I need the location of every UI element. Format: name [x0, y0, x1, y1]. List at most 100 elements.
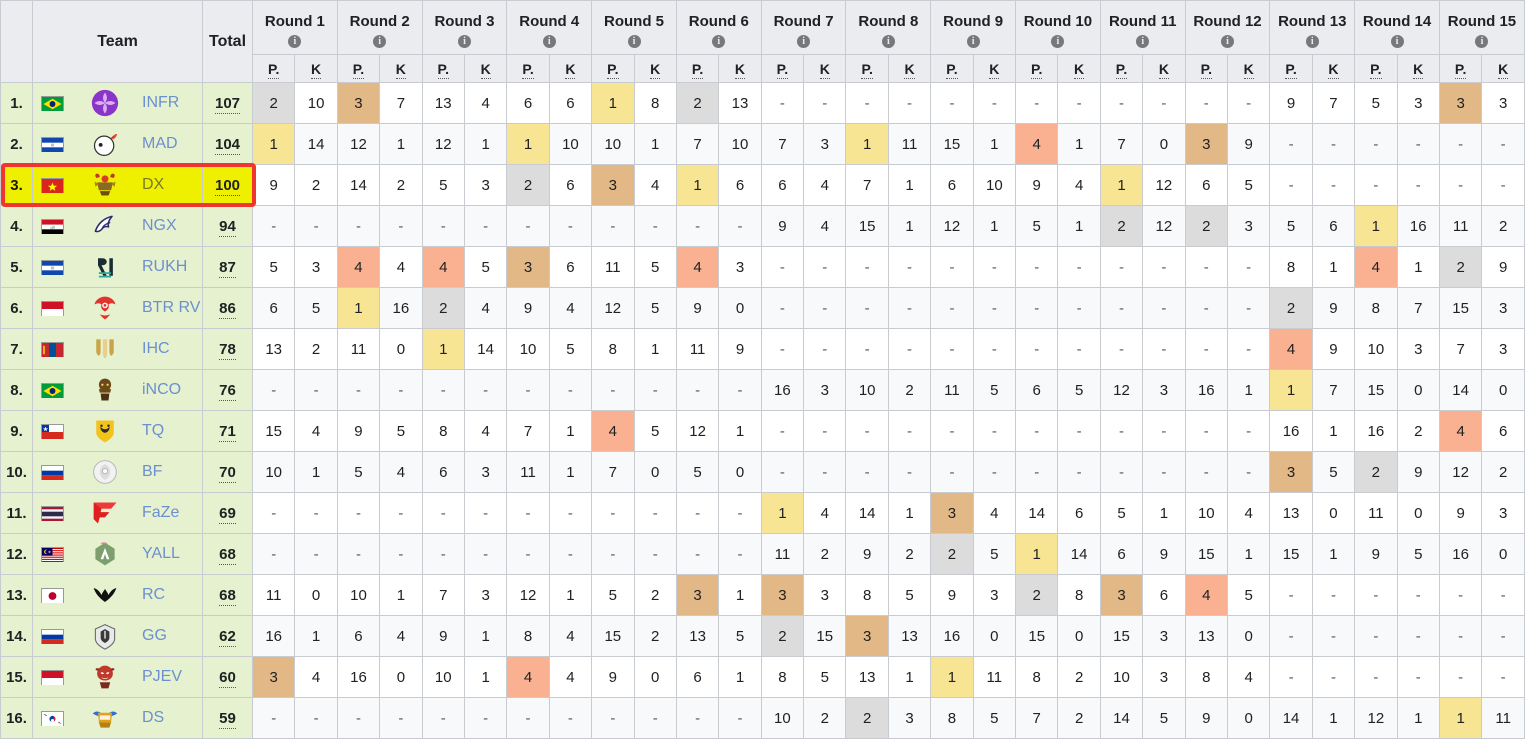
points-cell: 11 [251, 574, 296, 616]
kills-cell: 4 [803, 205, 847, 247]
info-icon[interactable]: i [1136, 35, 1150, 48]
points-cell: 9 [1015, 164, 1059, 206]
team-name-link[interactable]: FaZe [142, 504, 179, 522]
info-icon[interactable]: i [1305, 35, 1319, 48]
total-cell: 86 [202, 287, 253, 329]
kills-cell: 4 [1226, 656, 1271, 698]
points-cell: - [336, 369, 381, 411]
bf-logo [90, 457, 120, 487]
kills-cell: 5 [379, 410, 423, 452]
points-cell: 9 [930, 574, 974, 616]
points-cell: 2 [1269, 287, 1313, 329]
team-name-link[interactable]: RC [142, 586, 165, 604]
points-cell: - [1184, 82, 1228, 124]
team-cell: GG [32, 615, 203, 657]
info-icon[interactable]: i [881, 35, 895, 48]
points-cell: 7 [506, 410, 550, 452]
kills-cell: - [1396, 164, 1440, 206]
points-cell: 7 [675, 123, 720, 165]
points-cell: 7 [1438, 328, 1483, 370]
kills-cell: 5 [633, 410, 677, 452]
rank-cell: 6. [0, 287, 33, 329]
points-cell: 2 [845, 697, 889, 739]
kills-cell: 1 [887, 205, 932, 247]
info-icon[interactable]: i [712, 35, 726, 48]
info-icon[interactable]: i [1220, 35, 1234, 48]
team-name-link[interactable]: MAD [142, 135, 178, 153]
team-name-link[interactable]: NGX [142, 217, 177, 235]
info-icon[interactable]: i [1051, 35, 1065, 48]
info-icon[interactable]: i [542, 35, 556, 48]
info-icon[interactable]: i [373, 35, 387, 48]
points-cell: 3 [506, 246, 550, 288]
team-name-link[interactable]: YALL [142, 545, 180, 563]
points-cell: - [1438, 615, 1483, 657]
points-abbr: P. [607, 60, 619, 79]
points-cell: - [675, 205, 720, 247]
kills-cell: - [1057, 410, 1101, 452]
info-icon[interactable]: i [966, 35, 980, 48]
points-cell: 8 [845, 574, 889, 616]
rank-cell: 14. [0, 615, 33, 657]
kills-cell: 1 [463, 615, 508, 657]
points-abbr: P. [1454, 60, 1467, 79]
points-cell: 3 [251, 656, 296, 698]
header-row-rounds: Team Total Round 1 i Round 2 i Round 3 i Round… [0, 0, 1525, 83]
points-cell: 5 [591, 574, 635, 616]
country-flag-icon [41, 259, 64, 275]
header-points-r8: P. [845, 54, 889, 83]
kills-cell: 15 [803, 615, 847, 657]
yall-logo [90, 539, 120, 569]
kills-cell: 1 [1396, 697, 1440, 739]
points-cell: 5 [336, 451, 381, 493]
country-flag-icon [41, 505, 64, 521]
table-row: 14. GG 62 16 1 6 4 9 1 8 4 15 2 13 5 2 15 3 13 16 0 15 0 15 3 13 0… [0, 615, 1525, 657]
info-icon[interactable]: i [1390, 35, 1404, 48]
total-value: 94 [219, 217, 236, 237]
kills-cell: 11 [887, 123, 932, 165]
total-cell: 70 [202, 451, 253, 493]
points-cell: 12 [421, 123, 465, 165]
points-cell: 14 [1438, 369, 1483, 411]
ds-logo [90, 703, 120, 733]
team-name-link[interactable]: BF [142, 463, 162, 481]
team-name-link[interactable]: RUKH [142, 258, 187, 276]
points-cell: 4 [675, 246, 720, 288]
kills-cell: 0 [718, 451, 762, 493]
kills-cell: 3 [1481, 328, 1525, 370]
rank-cell: 5. [0, 246, 33, 288]
kills-cell: 6 [1311, 205, 1356, 247]
team-cell: FaZe [32, 492, 203, 534]
team-name-link[interactable]: PJEV [142, 668, 182, 686]
team-name-link[interactable]: IHC [142, 340, 170, 358]
team-name-link[interactable]: GG [142, 627, 167, 645]
header-kills-r1: K [294, 54, 338, 83]
kills-cell: 5 [1226, 164, 1271, 206]
info-icon[interactable]: i [457, 35, 471, 48]
kills-cell: 4 [803, 164, 847, 206]
team-cell: RC [32, 574, 203, 616]
team-name-link[interactable]: iNCO [142, 381, 181, 399]
points-cell: - [1269, 574, 1313, 616]
kills-cell: 10 [548, 123, 593, 165]
points-abbr: P. [1200, 60, 1212, 79]
points-cell: - [1184, 246, 1228, 288]
info-icon[interactable]: i [288, 35, 302, 48]
info-icon[interactable]: i [627, 35, 641, 48]
points-cell: - [506, 492, 550, 534]
team-name-link[interactable]: INFR [142, 94, 179, 112]
team-name-link[interactable]: DS [142, 709, 164, 727]
team-name-link[interactable]: BTR RV [142, 299, 200, 317]
info-icon[interactable]: i [1475, 35, 1489, 48]
header-kills-r11: K [1142, 54, 1186, 83]
team-name-link[interactable]: TQ [142, 422, 164, 440]
points-cell: 10 [591, 123, 635, 165]
points-cell: - [591, 205, 635, 247]
team-name-link[interactable]: DX [142, 176, 164, 194]
team-cell: PJEV [32, 656, 203, 698]
points-cell: - [591, 697, 635, 739]
points-cell: - [1099, 246, 1144, 288]
points-cell: 1 [421, 328, 465, 370]
info-icon[interactable]: i [797, 35, 811, 48]
points-cell: - [930, 451, 974, 493]
